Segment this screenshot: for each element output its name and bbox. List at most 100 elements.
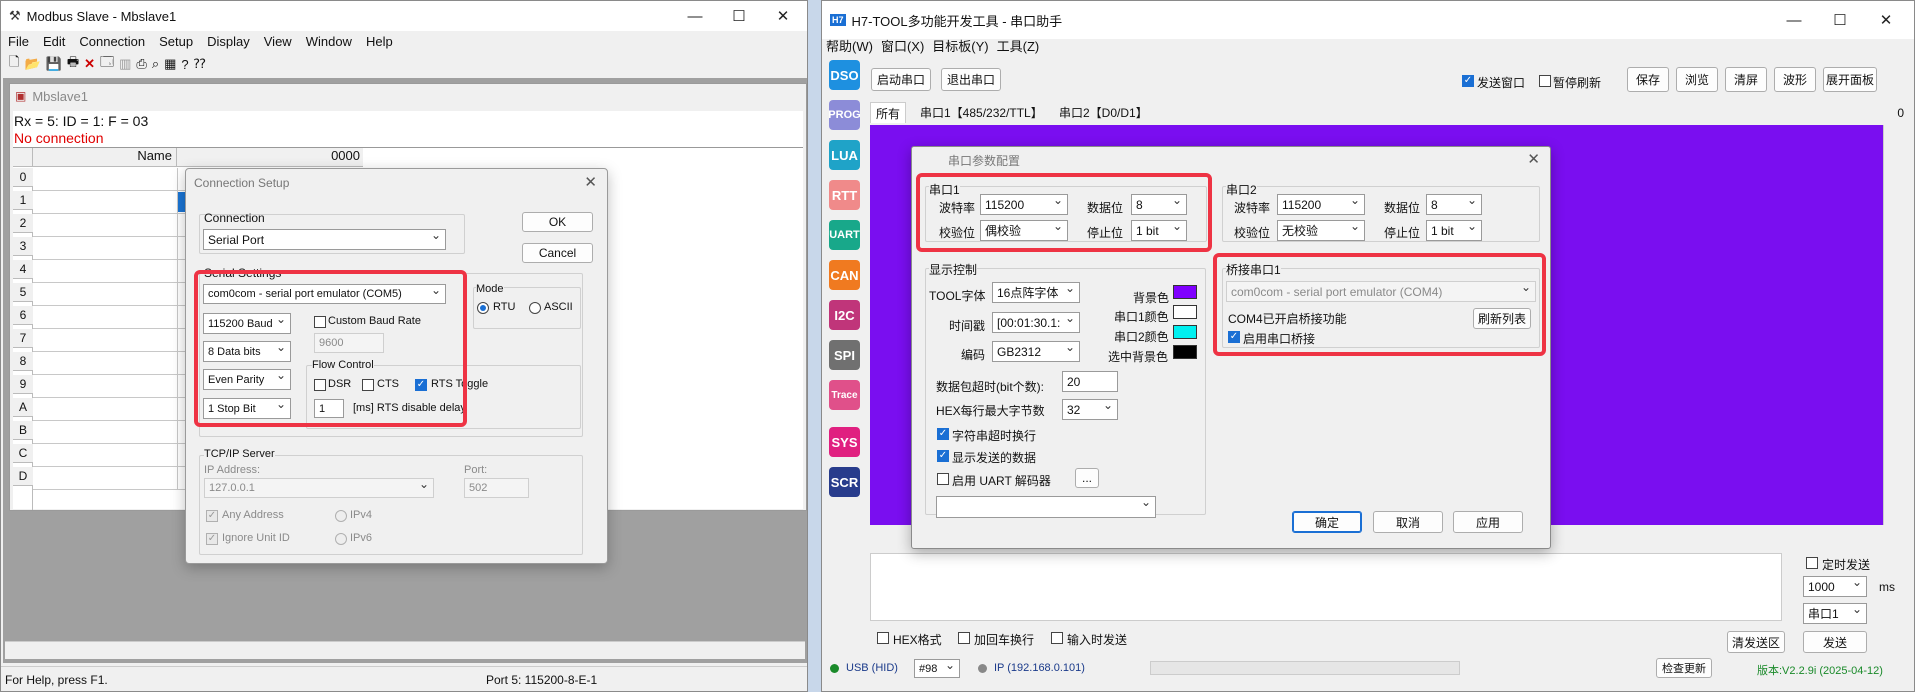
window-icon[interactable]: 🗔 bbox=[100, 53, 114, 75]
check-update-button[interactable]: 检查更新 bbox=[1656, 658, 1712, 678]
save-icon[interactable]: 💾 bbox=[46, 56, 62, 72]
p2-parity-select[interactable]: 无校验 bbox=[1277, 220, 1365, 241]
menu-window[interactable]: Window bbox=[299, 34, 359, 49]
menu-help[interactable]: 帮助(W) bbox=[822, 36, 877, 55]
row-header[interactable]: 2 bbox=[13, 214, 33, 233]
h7-title-bar[interactable]: H7 H7-TOOL多功能开发工具 - 串口助手 — ☐ ✕ bbox=[822, 1, 1914, 39]
menu-setup[interactable]: Setup bbox=[152, 34, 200, 49]
port1-color-swatch[interactable] bbox=[1173, 305, 1197, 319]
uart-decoder-checkbox[interactable] bbox=[937, 473, 949, 485]
add-cr-checkbox[interactable] bbox=[958, 632, 970, 644]
menu-target[interactable]: 目标板(Y) bbox=[928, 36, 992, 55]
decoder-options-button[interactable]: ... bbox=[1075, 468, 1099, 488]
minimize-button[interactable]: — bbox=[673, 1, 717, 31]
ascii-radio[interactable] bbox=[529, 302, 541, 314]
rtu-radio[interactable] bbox=[477, 302, 489, 314]
monitor-icon[interactable]: ▥ bbox=[119, 56, 131, 72]
p2-baud-select[interactable]: 115200 bbox=[1277, 194, 1365, 215]
port-input[interactable]: 502 bbox=[464, 478, 529, 498]
minimize-button[interactable]: — bbox=[1772, 5, 1816, 35]
timed-send-checkbox[interactable] bbox=[1806, 557, 1818, 569]
port2-color-swatch[interactable] bbox=[1173, 325, 1197, 339]
p2-stop-select[interactable]: 1 bit bbox=[1426, 220, 1482, 241]
device-icon[interactable]: ⎙ bbox=[136, 56, 146, 72]
context-help-icon[interactable]: ⁇ bbox=[194, 56, 206, 72]
row-header[interactable]: 9 bbox=[13, 375, 33, 394]
sidebar-prog[interactable]: PROG bbox=[828, 100, 861, 130]
open-port-button[interactable]: 启动串口 bbox=[871, 68, 931, 91]
sidebar-dso[interactable]: DSO bbox=[829, 60, 860, 90]
row-header[interactable]: D bbox=[13, 467, 33, 486]
input-send-checkbox[interactable] bbox=[1051, 632, 1063, 644]
row-header[interactable]: B bbox=[13, 421, 33, 440]
row-header[interactable]: 5 bbox=[13, 283, 33, 302]
clear-send-button[interactable]: 清发送区 bbox=[1727, 631, 1785, 653]
ok-button[interactable]: OK bbox=[522, 212, 593, 232]
close-port-button[interactable]: 退出串口 bbox=[941, 68, 1001, 91]
cancel-button[interactable]: Cancel bbox=[522, 243, 593, 263]
timeout-input[interactable]: 20 bbox=[1062, 371, 1118, 392]
menu-edit[interactable]: Edit bbox=[36, 34, 72, 49]
sel-bg-color-swatch[interactable] bbox=[1173, 345, 1197, 359]
apply-button[interactable]: 应用 bbox=[1453, 511, 1523, 533]
cancel-button[interactable]: 取消 bbox=[1373, 511, 1443, 533]
ip-address-select[interactable]: 127.0.0.1 bbox=[204, 478, 434, 498]
char-timeout-wrap-checkbox[interactable]: ✓ bbox=[937, 428, 949, 440]
print-icon[interactable]: 🖶 bbox=[67, 53, 79, 75]
hex-bytes-select[interactable]: 32 bbox=[1062, 399, 1118, 420]
row-header[interactable]: 7 bbox=[13, 329, 33, 348]
row-header[interactable]: A bbox=[13, 398, 33, 417]
row-header[interactable]: 4 bbox=[13, 260, 33, 279]
menu-connection[interactable]: Connection bbox=[72, 34, 152, 49]
maximize-button[interactable]: ☐ bbox=[1818, 5, 1862, 35]
menu-display[interactable]: Display bbox=[200, 34, 257, 49]
ok-button[interactable]: 确定 bbox=[1292, 511, 1362, 533]
tab-port2[interactable]: 串口2【D0/D1】 bbox=[1054, 102, 1153, 123]
row-header[interactable]: C bbox=[13, 444, 33, 463]
row-header[interactable]: 0 bbox=[13, 168, 33, 187]
sidebar-scr[interactable]: SCR bbox=[829, 467, 860, 497]
send-button[interactable]: 发送 bbox=[1803, 631, 1867, 653]
hex-format-checkbox[interactable] bbox=[877, 632, 889, 644]
menu-help[interactable]: Help bbox=[359, 34, 400, 49]
open-icon[interactable]: 📂 bbox=[24, 56, 40, 72]
connection-type-select[interactable]: Serial Port bbox=[203, 229, 446, 250]
waveform-button[interactable]: 波形 bbox=[1774, 67, 1816, 92]
sidebar-trace[interactable]: Trace bbox=[829, 380, 860, 410]
any-address-checkbox[interactable]: ✓ bbox=[206, 510, 218, 522]
pause-refresh-checkbox[interactable] bbox=[1539, 75, 1551, 87]
sidebar-rtt[interactable]: RTT bbox=[829, 180, 860, 210]
save-button[interactable]: 保存 bbox=[1627, 67, 1669, 92]
display-scrollbar[interactable] bbox=[1883, 125, 1904, 525]
sidebar-lua[interactable]: LUA bbox=[829, 140, 860, 170]
send-window-checkbox[interactable]: ✓ bbox=[1462, 75, 1474, 87]
menu-file[interactable]: File bbox=[1, 34, 36, 49]
maximize-button[interactable]: ☐ bbox=[717, 1, 761, 31]
send-textarea[interactable] bbox=[870, 553, 1782, 621]
close-button[interactable]: ✕ bbox=[1864, 5, 1908, 35]
traffic-icon[interactable]: ▦ bbox=[164, 56, 176, 72]
tab-all[interactable]: 所有 bbox=[870, 102, 907, 123]
close-icon[interactable]: ✕ bbox=[584, 173, 597, 191]
close-button[interactable]: ✕ bbox=[761, 1, 805, 31]
menu-view[interactable]: View bbox=[257, 34, 299, 49]
close-icon[interactable]: ✕ bbox=[1527, 150, 1540, 168]
ignore-unit-checkbox[interactable]: ✓ bbox=[206, 533, 218, 545]
comm-icon[interactable]: ⌕ bbox=[152, 56, 159, 72]
browse-button[interactable]: 浏览 bbox=[1676, 67, 1718, 92]
decoder-select[interactable] bbox=[936, 496, 1156, 518]
device-select[interactable]: #98 bbox=[914, 659, 960, 678]
clear-screen-button[interactable]: 清屏 bbox=[1725, 67, 1767, 92]
modbus-title-bar[interactable]: ⚒ Modbus Slave - Mbslave1 — ☐ ✕ bbox=[1, 1, 807, 31]
help-icon[interactable]: ? bbox=[181, 57, 188, 72]
menu-tools[interactable]: 工具(Z) bbox=[993, 36, 1044, 55]
ipv6-radio[interactable] bbox=[335, 533, 347, 545]
dialog-title-bar[interactable]: Connection Setup ✕ bbox=[186, 169, 607, 197]
sidebar-sys[interactable]: SYS bbox=[829, 427, 860, 457]
sidebar-can[interactable]: CAN bbox=[829, 260, 860, 290]
dialog-title-bar[interactable]: 串口参数配置 ✕ bbox=[912, 147, 1550, 173]
horizontal-scrollbar[interactable] bbox=[5, 641, 805, 659]
row-header[interactable]: 3 bbox=[13, 237, 33, 256]
new-icon[interactable]: 🗋 bbox=[9, 53, 19, 75]
expand-panel-button[interactable]: 展开面板 bbox=[1823, 67, 1877, 92]
